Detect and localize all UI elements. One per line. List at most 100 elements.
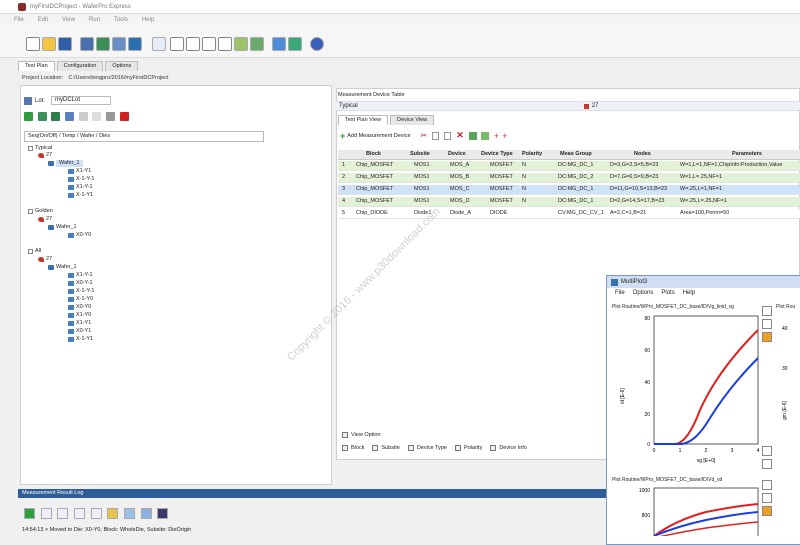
tree-node[interactable]: X1-Y-1 xyxy=(68,272,93,279)
tree-checkbox[interactable] xyxy=(28,209,33,214)
table-row[interactable]: 1 Chip_MOSFET MOS1 MOS_A MOSFET N DC:MG_DC_1 D=… xyxy=(338,161,800,171)
clear-icon[interactable] xyxy=(157,508,169,519)
menu-tools[interactable]: Tools xyxy=(114,17,128,23)
tree-node[interactable]: 27 xyxy=(38,216,52,223)
tree-node[interactable]: X-1-Y-1 xyxy=(68,288,94,295)
table-row[interactable]: 2 Chip_MOSFET MOS1 MOS_B MOSFET N DC:MG_DC_2 D=… xyxy=(338,173,800,183)
edit-icon[interactable] xyxy=(65,112,75,121)
plot1-down-button[interactable] xyxy=(762,446,772,456)
device-type-checkbox[interactable] xyxy=(407,445,414,451)
delete-icon[interactable]: ✕ xyxy=(456,130,464,141)
table-row[interactable]: 3 Chip_MOSFET MOS1 MOS_C MOSFET N DC:MG_DC_1 D=… xyxy=(338,185,800,195)
col-device-type[interactable]: Device Type xyxy=(481,151,513,157)
plot2-zoom-button[interactable] xyxy=(762,493,772,503)
lot-input[interactable]: myDCLot xyxy=(51,96,112,105)
col-device[interactable]: Device xyxy=(448,151,466,157)
tree-node[interactable]: Typical xyxy=(28,145,52,152)
move-down-icon[interactable] xyxy=(480,131,489,140)
play-icon[interactable] xyxy=(40,508,52,519)
col-nodes[interactable]: Nodes xyxy=(634,151,651,157)
col-parameters[interactable]: Parameters xyxy=(732,151,762,157)
delete-icon[interactable] xyxy=(119,112,129,121)
connect-icon[interactable] xyxy=(128,37,142,51)
save-icon[interactable] xyxy=(58,37,72,51)
tree-checkbox[interactable] xyxy=(28,146,33,151)
tree-node[interactable]: X1-Y-1 xyxy=(68,184,93,191)
menu-view[interactable]: View xyxy=(62,17,75,23)
help-icon[interactable] xyxy=(310,37,324,51)
copy-icon[interactable] xyxy=(432,131,440,140)
open-folder-icon[interactable] xyxy=(42,37,56,51)
table-row[interactable]: 4 Chip_MOSFET MOS1 MOS_D MOSFET N DC:MG_DC_1 D=… xyxy=(338,197,800,207)
tree-node[interactable]: X0-Y1 xyxy=(68,328,91,335)
play-icon[interactable] xyxy=(170,37,184,51)
col-subsite[interactable]: Subsite xyxy=(410,151,430,157)
add-green-icon[interactable] xyxy=(24,112,33,121)
tree-node[interactable]: 27 xyxy=(38,152,52,159)
collapse-icon[interactable]: + xyxy=(502,131,507,141)
data-icon[interactable] xyxy=(272,37,286,51)
menu-run[interactable]: Run xyxy=(89,17,100,23)
plot2-menu-button[interactable] xyxy=(762,480,772,490)
tab-device-view[interactable]: Device View xyxy=(389,115,435,125)
col-meas-group[interactable]: Meas Group xyxy=(560,151,592,157)
tree-node[interactable]: X-1-Y1 xyxy=(68,192,93,199)
move-down-icon[interactable] xyxy=(51,112,61,121)
tab-test-plan[interactable]: Test Plan xyxy=(18,61,55,71)
move-up-icon[interactable] xyxy=(468,131,477,140)
pause-icon[interactable] xyxy=(186,37,200,51)
report-icon[interactable] xyxy=(250,37,264,51)
tree-node[interactable]: X-1-Y1 xyxy=(68,336,93,343)
polarity-checkbox[interactable] xyxy=(454,445,461,451)
cut-icon[interactable]: ✂ xyxy=(421,131,428,140)
tree-node[interactable]: X1-Y1 xyxy=(68,168,91,175)
cut-icon[interactable] xyxy=(106,112,116,121)
tree-node[interactable]: X-1-Y0 xyxy=(68,296,93,303)
tree-checkbox[interactable] xyxy=(28,249,33,254)
hierarchy-select[interactable]: Seq(On/Off) / Temp / Wafer / Dies xyxy=(24,131,264,142)
tree-node[interactable]: 27 xyxy=(38,256,52,263)
export-icon[interactable] xyxy=(288,37,302,51)
refresh-icon[interactable] xyxy=(90,508,102,519)
mp-menu-file[interactable]: File xyxy=(615,290,625,296)
tree-node[interactable]: X1-Y1 xyxy=(68,320,91,327)
plot2-color-button[interactable] xyxy=(762,506,772,516)
tree-node[interactable]: X0-Y-1 xyxy=(68,280,93,287)
prober-icon[interactable] xyxy=(80,37,94,51)
block-checkbox[interactable] xyxy=(342,445,348,451)
stop-icon[interactable] xyxy=(202,37,216,51)
plot1-color-button[interactable] xyxy=(762,332,772,342)
tab-configuration[interactable]: Configuration xyxy=(56,61,104,71)
pause-icon[interactable] xyxy=(57,508,69,519)
view-option-checkbox[interactable] xyxy=(342,432,348,438)
paste-icon[interactable] xyxy=(444,131,452,140)
add-device-button[interactable]: + Add Measurement Device xyxy=(340,131,411,141)
col-polarity[interactable]: Polarity xyxy=(522,151,542,157)
plot1-menu-button[interactable] xyxy=(762,306,772,316)
tree-node[interactable]: X-1-Y-1 xyxy=(68,176,94,183)
tree-node[interactable]: All xyxy=(28,248,41,255)
menu-help[interactable]: Help xyxy=(142,17,154,23)
col-block[interactable]: Block xyxy=(366,151,381,157)
tree-node[interactable]: Wafer_1 xyxy=(48,224,77,231)
check-icon[interactable] xyxy=(24,508,35,519)
instrument-icon[interactable] xyxy=(96,37,110,51)
plot1-scroll-button[interactable] xyxy=(762,459,772,469)
plot1-zoom-button[interactable] xyxy=(762,319,772,329)
subsite-checkbox[interactable] xyxy=(372,445,379,451)
stop-icon[interactable] xyxy=(74,508,86,519)
tree-node[interactable]: X0-Y0 xyxy=(68,304,91,311)
mp-menu-plots[interactable]: Plots xyxy=(661,290,674,296)
menu-file[interactable]: File xyxy=(14,17,24,23)
step-icon[interactable] xyxy=(218,37,232,51)
mp-menu-options[interactable]: Options xyxy=(633,290,654,296)
chart-icon[interactable] xyxy=(124,508,136,519)
table-icon[interactable] xyxy=(140,508,152,519)
tab-test-plan-view[interactable]: Test Plan View xyxy=(338,115,388,125)
copy-icon[interactable] xyxy=(78,112,88,121)
settings-icon[interactable] xyxy=(107,508,119,519)
tree-node[interactable]: Wafer_1 xyxy=(48,160,83,167)
measure-icon[interactable] xyxy=(152,37,166,51)
tab-options[interactable]: Options xyxy=(105,61,139,71)
tree-node[interactable]: Wafer_1 xyxy=(48,264,77,271)
